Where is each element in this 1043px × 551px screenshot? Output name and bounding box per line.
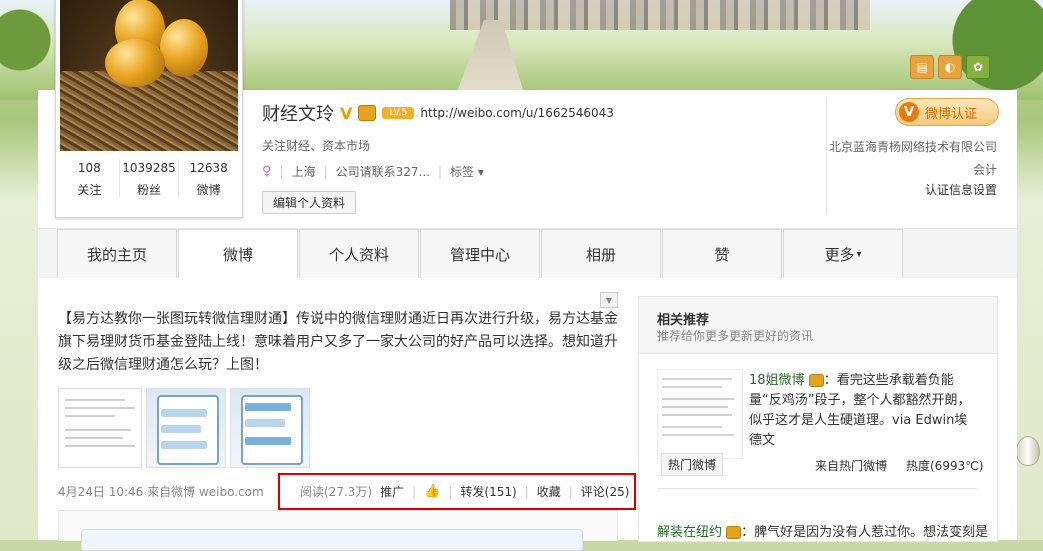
verify-label: 微博认证: [925, 106, 978, 122]
profile-stats: 108 关注 1039285 粉丝 12638 微博: [60, 159, 238, 198]
stat-number: 12638: [189, 161, 228, 175]
recommend-panel: 相关推荐 推荐给你更多更新更好的资讯 热门微博 18姐微博 ：看完这些承载着负能…: [638, 296, 998, 542]
post-meta: 4月24日 10:46 来自微博 weibo.com: [58, 483, 264, 500]
divider: [657, 488, 977, 489]
recommend-subtitle: 推荐给你更多更新更好的资讯: [657, 329, 814, 343]
chevron-down-icon: ▾: [477, 165, 484, 179]
verify-company: 北京蓝海青杨网络技术有限公司会计: [828, 140, 997, 177]
tab-more[interactable]: 更多 ▾: [783, 229, 903, 278]
tree-right: [903, 0, 1043, 100]
verify-panel: V 微博认证 北京蓝海青杨网络技术有限公司会计 认证信息设置: [826, 98, 999, 213]
stat-posts[interactable]: 12638 微博: [179, 159, 238, 198]
recommend-image[interactable]: [657, 369, 743, 459]
template-icon[interactable]: ◐: [938, 55, 962, 79]
level-badge[interactable]: LV.5: [382, 107, 415, 119]
comment-area: [58, 510, 618, 551]
profile-description: 关注财经、资本市场: [262, 139, 371, 153]
tab-more-label: 更多: [824, 245, 855, 264]
stat-following[interactable]: 108 关注: [60, 159, 120, 198]
member-crown-icon[interactable]: [358, 105, 377, 121]
id-card-icon[interactable]: ▤: [910, 55, 934, 79]
tab-profile[interactable]: 个人资料: [299, 229, 419, 278]
comment-tip[interactable]: [81, 529, 583, 551]
recommend-title: 相关推荐: [657, 313, 710, 328]
avatar[interactable]: [60, 0, 238, 151]
tab-manage[interactable]: 管理中心: [420, 229, 540, 278]
stat-label: 关注: [77, 183, 102, 197]
city-skyline: [450, 0, 870, 30]
post-image[interactable]: [230, 388, 310, 468]
female-icon: ♀: [262, 164, 272, 179]
tab-album[interactable]: 相册: [541, 229, 661, 278]
weibo-verify-button[interactable]: V 微博认证: [895, 98, 999, 126]
recommend-header: 相关推荐 推荐给你更多更新更好的资讯: [639, 297, 997, 354]
name-row: 财经文玲 V LV.5 http://weibo.com/u/166254604…: [262, 100, 614, 126]
recommend-heat: 热度(6993℃): [906, 459, 984, 473]
stat-number: 1039285: [122, 161, 176, 175]
balloon-icon: [1016, 436, 1040, 466]
template-toolbar: ▤ ◐ ✿: [910, 55, 990, 79]
member-crown-icon: [726, 526, 742, 539]
golden-egg: [160, 19, 208, 77]
location-text: 上海: [291, 165, 316, 179]
avatar-card: 108 关注 1039285 粉丝 12638 微博: [55, 0, 243, 218]
profile-url[interactable]: http://weibo.com/u/1662546043: [420, 106, 614, 120]
post-text: 【易方达教你一张图玩转微信理财通】传说中的微信理财通近日再次进行升级，易方达基金…: [58, 311, 618, 373]
member-crown-icon: [808, 374, 824, 387]
post-date[interactable]: 4月24日 10:46: [58, 485, 143, 499]
recommend-author[interactable]: 18姐微博: [749, 373, 805, 388]
plant-icon[interactable]: ✿: [966, 55, 990, 79]
recommend-text: 18姐微博 ：看完这些承载着负能量“反鸡汤”段子，整个人都豁然开朗，似乎这才是人…: [749, 371, 979, 451]
profile-tabs: 我的主页 微博 个人资料 管理中心 相册 赞 更多 ▾: [38, 228, 1017, 280]
tree-left: [0, 0, 60, 100]
divider: |: [279, 164, 284, 179]
post-image[interactable]: [146, 388, 226, 468]
tags-label: 标签: [450, 165, 475, 179]
profile-name: 财经文玲: [262, 104, 334, 125]
stat-number: 108: [77, 161, 101, 175]
tags-link[interactable]: 标签 ▾: [450, 163, 484, 180]
edit-profile-button[interactable]: 编辑个人资料: [262, 191, 357, 214]
verified-v-icon[interactable]: V: [340, 104, 352, 123]
main-content: ▼ 【易方达教你一张图玩转微信理财通】传说中的微信理财通近日再次进行升级，易方达…: [38, 278, 1017, 551]
post-images: [58, 388, 310, 468]
hot-weibo-tag[interactable]: 热门微博: [661, 453, 724, 476]
profile-meta: ♀ | 上海 | 公司请联系327... | 标签 ▾: [262, 163, 484, 180]
post-image[interactable]: [58, 388, 142, 468]
recommend-next: 解装在纽约 ：脾气好是因为没有人惹过你。想法变刻是: [657, 521, 988, 540]
stat-followers[interactable]: 1039285 粉丝: [120, 159, 180, 198]
verify-settings-link[interactable]: 认证信息设置: [925, 181, 997, 198]
recommend-body: ：脾气好是因为没有人惹过你。想法变刻是: [741, 525, 989, 540]
tab-home[interactable]: 我的主页: [57, 229, 177, 278]
recommend-source[interactable]: 来自热门微博: [815, 457, 887, 474]
highlight-annotation: [278, 473, 636, 510]
recommend-author[interactable]: 解装在纽约: [657, 525, 722, 540]
stat-label: 微博: [196, 183, 221, 197]
verify-v-icon: V: [899, 102, 919, 122]
chevron-down-icon: ▾: [856, 248, 862, 260]
company-text[interactable]: 公司请联系327...: [336, 163, 430, 180]
golden-egg: [105, 39, 165, 87]
post-source[interactable]: 来自微博 weibo.com: [147, 485, 264, 499]
divider: |: [323, 164, 328, 179]
tab-weibo[interactable]: 微博: [178, 229, 298, 278]
post-menu-chevron-icon[interactable]: ▼: [600, 292, 618, 308]
tab-likes[interactable]: 赞: [662, 229, 782, 278]
divider: |: [438, 164, 443, 179]
stat-label: 粉丝: [137, 183, 162, 197]
